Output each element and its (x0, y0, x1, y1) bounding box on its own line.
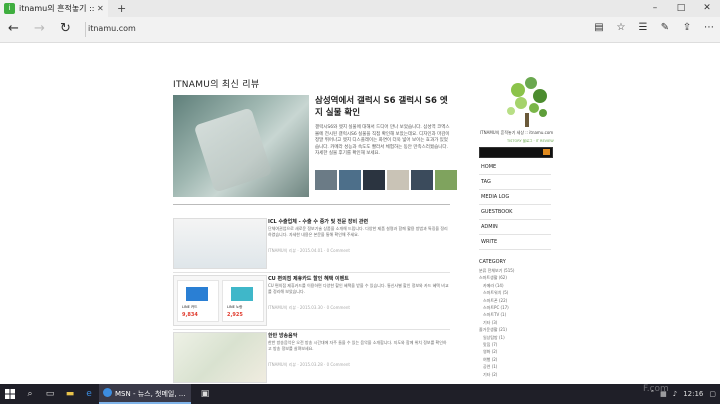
post-divider (173, 329, 450, 330)
category-item[interactable]: 즐거운생활 (21) (479, 326, 551, 333)
edge-app-icon (103, 388, 112, 397)
taskbar-active-window[interactable]: MSN - 뉴스, 첫메일, ... (99, 384, 191, 404)
windows-start-icon[interactable] (0, 384, 20, 404)
menu-item-admin[interactable]: ADMIN (479, 220, 551, 235)
more-icon[interactable]: ⋯ (704, 22, 714, 33)
refresh-icon[interactable]: ↻ (60, 21, 71, 36)
list-item: 한반 방송음악 한반 방송음악은 오전 방송 시간대에 자주 들을 수 있는 음… (173, 332, 450, 384)
category-item[interactable]: 공연 (1) (479, 363, 551, 370)
sidebar-menu: HOME TAG MEDIA LOG GUESTBOOK ADMIN WRITE (479, 160, 551, 250)
back-arrow-icon[interactable]: ← (8, 21, 19, 36)
latest-review-heading: ITNAMU의 최신 리뷰 (173, 80, 260, 90)
category-item[interactable]: 스마트생활 (62) (479, 274, 551, 281)
post-meta: ITNAMU의 리뷰 · 2015.03.30 · 0 Comment (268, 305, 350, 310)
volume-icon[interactable]: ♪ (673, 390, 677, 398)
list-item: LINE 카드 9,834 LINE 노랑 2,925 CU 편의점 제휴카드 … (173, 275, 450, 331)
thumbnail[interactable] (387, 170, 409, 190)
taskbar-window-label: MSN - 뉴스, 첫메일, ... (115, 390, 186, 398)
category-item[interactable]: 기타 (3) (479, 319, 551, 326)
post-excerpt: CU 편의점 제휴카드를 이용하면 다양한 할인 혜택을 받을 수 있습니다. … (268, 283, 449, 294)
taskbar: ⌕ ▭ ▬ e MSN - 뉴스, 첫메일, ... ▣ ˄ ▦ ♪ 12:16… (0, 384, 720, 404)
featured-post-image[interactable] (173, 95, 309, 197)
navigation-bar: ← → ↻ itnamu.com ▤ ☆ ☰ ✎ ⇪ ⋯ (0, 17, 720, 43)
search-icon[interactable]: ⌕ (20, 384, 40, 404)
section-divider (173, 204, 450, 205)
category-item[interactable]: 맛집 (7) (479, 341, 551, 348)
task-view-icon[interactable]: ▭ (40, 384, 60, 404)
watermark: F.com (643, 384, 669, 394)
post-title[interactable]: ICL 수출업체 - 수출 수 증가 및 전문 장비 관련 (268, 218, 450, 225)
maximize-button[interactable]: □ (668, 0, 694, 17)
post-excerpt: 단체여권업으로 새로운 정보기술 상품을 소개해 드립니다. 다양한 제품 설명… (268, 226, 448, 237)
notification-icon[interactable]: ▢ (709, 390, 716, 398)
reading-view-icon[interactable]: ▤ (594, 22, 604, 33)
menu-item-guestbook[interactable]: GUESTBOOK (479, 205, 551, 220)
category-title: CATEGORY (479, 259, 506, 265)
clock[interactable]: 12:16 (683, 390, 703, 398)
close-window-button[interactable]: ✕ (694, 0, 720, 17)
hub-icon[interactable]: ☰ (638, 22, 648, 33)
blog-logo[interactable] (503, 73, 553, 128)
web-page: ITNAMU의 최신 리뷰 삼성역에서 갤럭시 S6 갤럭시 S6 엣지 실물 … (0, 43, 720, 384)
site-name: ITNAMU의 흔적놓기 세상 :: itnamu.com (480, 130, 554, 135)
thumbnail[interactable] (435, 170, 457, 190)
category-item[interactable]: 여행 (2) (479, 356, 551, 363)
featured-thumbnails (315, 170, 457, 190)
category-item[interactable]: 스마트PC (17) (479, 304, 551, 311)
post-divider (173, 272, 450, 273)
menu-item-home[interactable]: HOME (479, 160, 551, 175)
tab-title: itnamu의 흔적놓기 :: (19, 4, 95, 13)
post-title[interactable]: CU 편의점 제휴카드 할인 혜택 이벤트 (268, 275, 450, 282)
category-item[interactable]: 스마트폰 (22) (479, 297, 551, 304)
site-favicon-icon: i (4, 3, 15, 14)
post-title[interactable]: 한반 방송음악 (268, 332, 450, 339)
minimize-button[interactable]: – (642, 0, 668, 17)
map-thumbnail[interactable] (173, 332, 267, 383)
address-bar[interactable]: itnamu.com (88, 24, 136, 33)
app-icon[interactable]: ▣ (195, 384, 215, 404)
edge-browser-icon[interactable]: e (79, 384, 99, 404)
site-tagline: TISTORY 블로그 · IT REVIEW (507, 139, 554, 143)
web-note-icon[interactable]: ✎ (660, 22, 670, 33)
featured-post-body: 갤럭시S6와 엣지 실물에 대해서 드디어 만나 보았습니다. 삼성역 코엑스몰… (315, 125, 450, 156)
search-icon[interactable] (543, 149, 550, 155)
plus-icon[interactable]: + (117, 2, 126, 15)
post-meta: ITNAMU의 리뷰 · 2015.03.28 · 0 Comment (268, 362, 350, 367)
toolbar-icons: ▤ ☆ ☰ ✎ ⇪ ⋯ (594, 22, 714, 33)
featured-post-title[interactable]: 삼성역에서 갤럭시 S6 갤럭시 S6 엣지 실물 확인 (315, 95, 450, 119)
thumbnail[interactable] (411, 170, 433, 190)
post-excerpt: 한반 방송음악은 오전 방송 시간대에 자주 들을 수 있는 음악을 소개합니다… (268, 340, 447, 351)
thumbnail[interactable] (363, 170, 385, 190)
category-item[interactable]: 카메라 (14) (479, 282, 551, 289)
tab-bar: i itnamu의 흔적놓기 :: ✕ + – □ ✕ (0, 0, 720, 17)
favorite-star-icon[interactable]: ☆ (616, 22, 626, 33)
thumbnail[interactable] (339, 170, 361, 190)
share-icon[interactable]: ⇪ (682, 22, 692, 33)
menu-item-write[interactable]: WRITE (479, 235, 551, 250)
list-item: ICL 수출업체 - 수출 수 증가 및 전문 장비 관련 단체여권업으로 새로… (173, 218, 450, 274)
browser-tab[interactable]: i itnamu의 흔적놓기 :: ✕ (0, 0, 108, 17)
menu-item-tag[interactable]: TAG (479, 175, 551, 190)
category-item[interactable]: 스마트워치 (5) (479, 289, 551, 296)
thumbnail[interactable] (315, 170, 337, 190)
address-separator (85, 22, 86, 37)
post-thumbnail[interactable] (173, 218, 267, 269)
category-item[interactable]: 일상탐방 (1) (479, 334, 551, 341)
post-thumbnail[interactable]: LINE 카드 9,834 LINE 노랑 2,925 (173, 275, 267, 326)
file-explorer-icon[interactable]: ▬ (60, 384, 80, 404)
category-item[interactable]: 분류 전체보기 (515) (479, 267, 551, 274)
category-item[interactable]: 스마트TV (1) (479, 311, 551, 318)
category-list: 분류 전체보기 (515) 스마트생활 (62) 카메라 (14) 스마트워치 … (479, 267, 551, 378)
category-item[interactable]: 기타 (2) (479, 371, 551, 378)
menu-item-media-log[interactable]: MEDIA LOG (479, 190, 551, 205)
forward-arrow-icon[interactable]: → (34, 21, 45, 36)
close-tab-icon[interactable]: ✕ (97, 4, 104, 13)
window-controls: – □ ✕ (642, 0, 720, 17)
search-input[interactable] (479, 147, 553, 158)
category-item[interactable]: 영화 (2) (479, 348, 551, 355)
post-meta: ITNAMU의 리뷰 · 2015.04.01 · 0 Comment (268, 248, 350, 253)
